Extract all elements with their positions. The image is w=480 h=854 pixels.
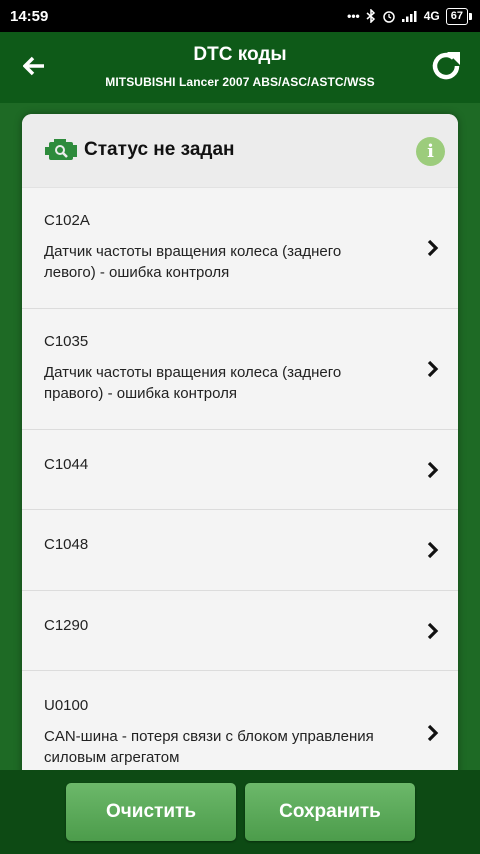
app-bar: DTC коды MITSUBISHI Lancer 2007 ABS/ASC/…: [0, 32, 480, 103]
chevron-right-icon: [427, 239, 439, 257]
chevron-right-icon: [427, 724, 439, 742]
refresh-button[interactable]: [426, 46, 466, 86]
network-type: 4G: [423, 9, 440, 23]
dtc-code: C1044: [44, 456, 89, 473]
save-button[interactable]: Сохранить: [245, 783, 415, 841]
dtc-list-item[interactable]: C1044: [22, 430, 458, 510]
dtc-code: C1048: [44, 536, 89, 553]
page-title: DTC коды: [193, 44, 287, 65]
alarm-icon: [382, 11, 395, 23]
dtc-code: C1290: [44, 617, 89, 634]
chevron-right-icon: [427, 541, 439, 559]
chevron-right-icon: [427, 360, 439, 378]
dtc-description: Датчик частоты вращения колеса (заднего …: [44, 362, 394, 404]
dtc-description-line: Датчик частоты вращения колеса (заднего: [44, 364, 342, 381]
dtc-description: Датчик частоты вращения колеса (заднего …: [44, 241, 394, 283]
battery-icon: 67: [445, 7, 473, 25]
status-bar: 14:59 ••• 4G 67: [0, 0, 480, 32]
chevron-right-icon: [427, 461, 439, 479]
bluetooth-icon: [366, 9, 375, 23]
dtc-list-item[interactable]: C1035 Датчик частоты вращения колеса (за…: [22, 309, 458, 430]
more-dots-icon: •••: [347, 9, 360, 23]
dtc-description-line: CAN-шина - потеря связи с блоком управле…: [44, 728, 374, 745]
page-subtitle: MITSUBISHI Lancer 2007 ABS/ASC/ASTC/WSS: [105, 75, 375, 89]
dtc-description: CAN-шина - потеря связи с блоком управле…: [44, 726, 394, 768]
refresh-icon: [432, 52, 460, 80]
engine-search-icon: [45, 139, 77, 160]
dtc-list-item[interactable]: C1048: [22, 510, 458, 591]
dtc-code: C1035: [44, 333, 89, 350]
dtc-list-item[interactable]: C1290: [22, 591, 458, 671]
bottom-action-bar: Очистить Сохранить: [0, 770, 480, 854]
dtc-description-line: левого) - ошибка контроля: [44, 264, 230, 281]
dtc-list-item[interactable]: C102A Датчик частоты вращения колеса (за…: [22, 188, 458, 309]
dtc-code: U0100: [44, 697, 89, 714]
info-icon[interactable]: i: [416, 137, 445, 166]
card-title: Статус не задан: [84, 139, 235, 160]
dtc-code: C102A: [44, 212, 90, 229]
info-glyph: i: [427, 141, 434, 162]
dtc-list-item[interactable]: U0100 CAN-шина - потеря связи с блоком у…: [22, 671, 458, 770]
card-header: Статус не задан i: [22, 114, 458, 188]
signal-icon: [401, 11, 417, 22]
chevron-right-icon: [427, 622, 439, 640]
status-time: 14:59: [10, 7, 49, 25]
dtc-description-line: правого) - ошибка контроля: [44, 385, 237, 402]
dtc-description-line: силовым агрегатом: [44, 749, 180, 766]
clear-button[interactable]: Очистить: [66, 783, 236, 841]
dtc-card: Статус не задан i C102A Датчик частоты в…: [22, 114, 458, 770]
battery-level: 67: [450, 9, 463, 22]
status-icons: ••• 4G 67: [347, 7, 473, 25]
content-area: Статус не задан i C102A Датчик частоты в…: [0, 103, 480, 770]
dtc-description-line: Датчик частоты вращения колеса (заднего: [44, 243, 342, 260]
